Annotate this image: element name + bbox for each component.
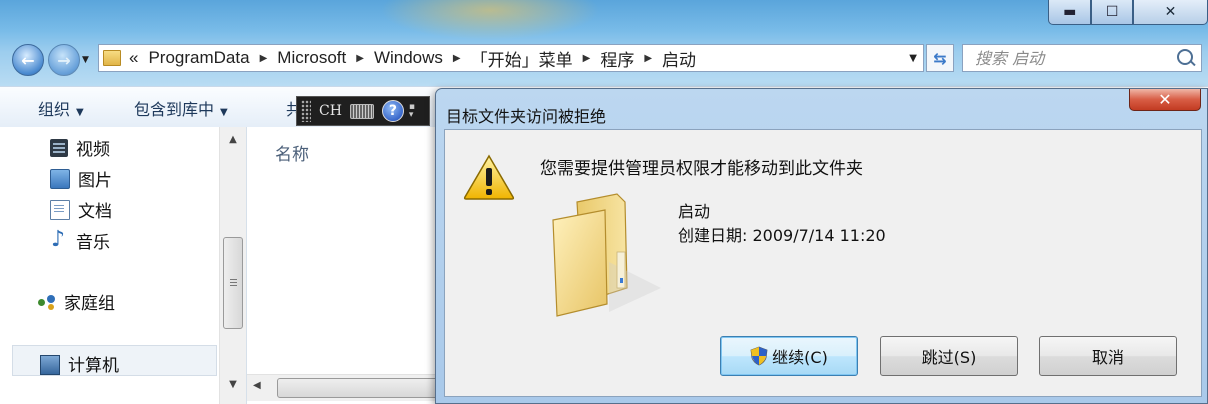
cancel-label: 取消 <box>1091 348 1124 367</box>
maximize-button[interactable]: ☐ <box>1091 0 1133 25</box>
sidebar-item-pictures[interactable]: 图片 <box>50 166 112 191</box>
dialog-close-button[interactable]: ✕ <box>1129 89 1201 111</box>
scrollbar-thumb[interactable] <box>223 237 243 329</box>
navigation-pane: 视频 图片 文档 音乐 家庭组 计算机 <box>0 127 247 404</box>
sidebar-item-computer[interactable]: 计算机 <box>40 351 119 376</box>
recent-pages-dropdown[interactable]: ▼ <box>82 55 89 65</box>
dialog-title: 目标文件夹访问被拒绝 <box>446 107 607 126</box>
uac-shield-icon <box>750 346 768 366</box>
created-date-label: 创建日期: <box>678 226 748 245</box>
nav-vertical-scrollbar[interactable]: ▲ ▼ <box>219 127 246 404</box>
window-frame <box>0 0 1208 86</box>
breadcrumb-item[interactable]: Microsoft <box>277 48 346 68</box>
dialog-message: 您需要提供管理员权限才能移动到此文件夹 <box>540 159 863 179</box>
chevron-down-icon: ▼ <box>76 107 84 118</box>
folder-created-date: 创建日期: 2009/7/14 11:20 <box>678 222 886 246</box>
address-bar[interactable]: « ProgramData ▶ Microsoft ▶ Windows ▶ 「开… <box>98 44 924 72</box>
breadcrumb-item[interactable]: Windows <box>374 48 443 68</box>
sidebar-item-label: 计算机 <box>68 356 119 376</box>
sidebar-item-music[interactable]: 音乐 <box>50 227 110 254</box>
help-icon[interactable]: ? <box>381 100 404 122</box>
close-icon: ✕ <box>1158 90 1172 109</box>
scroll-left-icon[interactable]: ◀ <box>253 380 261 391</box>
organize-label: 组织 <box>38 100 71 119</box>
ime-language-indicator[interactable]: CH <box>319 103 342 119</box>
back-arrow-icon: ← <box>21 50 35 70</box>
breadcrumb-item[interactable]: ProgramData <box>148 48 249 68</box>
warning-icon <box>463 154 515 200</box>
forward-button[interactable]: → <box>48 44 80 76</box>
scroll-up-icon[interactable]: ▲ <box>220 131 246 149</box>
column-header-name[interactable]: 名称 <box>275 140 309 165</box>
scrollbar-thumb[interactable] <box>277 378 447 398</box>
breadcrumb-separator-icon[interactable]: ▶ <box>260 53 268 64</box>
back-button[interactable]: ← <box>12 44 44 76</box>
organize-menu[interactable]: 组织 ▼ <box>38 96 84 120</box>
homegroup-icon <box>38 293 56 311</box>
sidebar-item-homegroup[interactable]: 家庭组 <box>38 289 115 314</box>
dialog-body: 您需要提供管理员权限才能移动到此文件夹 启动 创建日期: 2009/7/14 1… <box>444 129 1202 397</box>
window-close-button[interactable]: ✕ <box>1132 0 1208 25</box>
options-icon[interactable]: ▪ ▾ <box>409 103 415 120</box>
computer-icon <box>40 354 60 375</box>
sidebar-item-label: 文档 <box>78 202 112 222</box>
documents-icon <box>50 199 70 220</box>
search-input[interactable] <box>973 47 1167 69</box>
created-date-value: 2009/7/14 11:20 <box>752 226 886 245</box>
search-icon[interactable] <box>1177 49 1193 65</box>
breadcrumb-separator-icon[interactable]: ▶ <box>583 53 591 64</box>
folder-icon <box>552 193 661 317</box>
include-in-library-menu[interactable]: 包含到库中 ▼ <box>134 96 228 120</box>
refresh-icon: ⇆ <box>933 48 947 68</box>
sidebar-item-label: 图片 <box>78 171 112 191</box>
address-dropdown-icon[interactable]: ▼ <box>909 53 917 64</box>
drag-handle-icon[interactable] <box>301 100 311 122</box>
breadcrumb-item-current[interactable]: 启动 <box>662 46 696 71</box>
keyboard-icon[interactable] <box>349 103 374 119</box>
breadcrumb-overflow[interactable]: « <box>129 48 138 68</box>
cancel-button[interactable]: 取消 <box>1039 336 1177 376</box>
continue-button[interactable]: 继续(C) <box>720 336 858 376</box>
include-in-library-label: 包含到库中 <box>134 100 215 119</box>
window-caption-buttons: ▬ ☐ ✕ <box>1048 0 1208 26</box>
minimize-icon: ▬ <box>1063 4 1077 20</box>
skip-button[interactable]: 跳过(S) <box>880 336 1018 376</box>
pictures-icon <box>50 168 70 189</box>
sidebar-item-documents[interactable]: 文档 <box>50 197 112 222</box>
access-denied-dialog: 目标文件夹访问被拒绝 ✕ 您需要提供管理员权限才能移动到此文件夹 启动 创建日期… <box>435 88 1208 404</box>
breadcrumb-separator-icon[interactable]: ▶ <box>644 53 652 64</box>
minimize-button[interactable]: ▬ <box>1048 0 1092 25</box>
refresh-button[interactable]: ⇆ <box>926 44 954 72</box>
sidebar-item-videos[interactable]: 视频 <box>50 135 110 160</box>
sidebar-item-label: 视频 <box>76 140 110 160</box>
close-icon: ✕ <box>1164 4 1177 20</box>
scroll-down-icon[interactable]: ▼ <box>220 376 246 394</box>
chevron-down-icon: ▼ <box>220 107 228 118</box>
horizontal-scrollbar[interactable]: ◀ <box>247 374 447 401</box>
sidebar-item-label: 音乐 <box>76 233 110 253</box>
breadcrumb-item[interactable]: 「开始」菜单 <box>471 46 573 71</box>
maximize-icon: ☐ <box>1105 4 1119 20</box>
skip-label: 跳过(S) <box>921 348 977 367</box>
continue-label: 继续(C) <box>772 348 828 367</box>
breadcrumb-item[interactable]: 程序 <box>600 46 634 71</box>
folder-icon <box>103 50 121 66</box>
sidebar-item-label: 家庭组 <box>64 294 115 314</box>
breadcrumb-separator-icon[interactable]: ▶ <box>453 53 461 64</box>
forward-arrow-icon: → <box>57 50 71 70</box>
ime-language-bar[interactable]: CH ? ▪ ▾ <box>296 96 430 126</box>
search-box[interactable] <box>962 44 1202 72</box>
video-icon <box>50 138 68 157</box>
breadcrumb-separator-icon[interactable]: ▶ <box>356 53 364 64</box>
music-icon <box>50 227 68 252</box>
folder-name: 启动 <box>678 202 711 221</box>
